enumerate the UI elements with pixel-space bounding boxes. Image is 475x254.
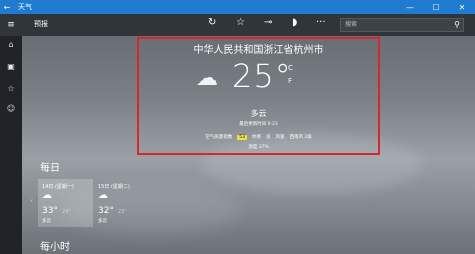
cloudy-icon: ☁ xyxy=(196,66,218,91)
favorites-icon[interactable]: ☆ xyxy=(0,84,22,93)
feels-label: 体感 xyxy=(251,135,261,140)
current-temperature: 25° xyxy=(232,57,292,95)
pin-icon[interactable]: ⊸ xyxy=(264,17,272,28)
command-bar: ≡ 预报 ↻ ☆ ⊸ ◗ ··· 搜索 ⚲ xyxy=(0,14,475,36)
hourly-heading: 每小时 xyxy=(40,242,70,253)
chevron-left-icon[interactable]: ‹ xyxy=(30,196,33,205)
feels-value: 良 xyxy=(265,135,271,140)
day-high: 32° xyxy=(98,206,114,216)
title-bar: ← 天气 — ☐ ✕ xyxy=(0,0,475,14)
refresh-icon[interactable]: ↻ xyxy=(208,17,216,28)
day-date: 14日 (星期一) xyxy=(42,184,74,190)
search-input[interactable]: 搜索 ⚲ xyxy=(340,18,464,32)
map-icon[interactable]: ▣ xyxy=(0,62,22,71)
app-title: 天气 xyxy=(18,3,32,11)
day-date: 15日 (星期二) xyxy=(98,184,130,190)
day-card[interactable]: 15日 (星期二) ☁ 32° 23° 多云 xyxy=(94,179,149,227)
maximize-icon[interactable]: ☐ xyxy=(423,3,449,12)
minimize-icon[interactable]: — xyxy=(397,3,423,12)
more-icon[interactable]: ··· xyxy=(316,17,326,28)
aqi-badge[interactable]: 53 xyxy=(237,134,247,140)
main-content: ≡ 预报 ↻ ☆ ⊸ ◗ ··· 搜索 ⚲ 中华人民共和国浙江省杭州市 ☁ 25… xyxy=(0,14,475,254)
fahrenheit-toggle[interactable]: F xyxy=(288,75,293,88)
wind-value: 西南风 2级 xyxy=(289,135,312,140)
day-low: 23° xyxy=(118,209,127,215)
cloudy-icon: ☁ xyxy=(42,190,52,201)
search-placeholder: 搜索 xyxy=(345,21,358,28)
theme-icon[interactable]: ◗ xyxy=(292,17,297,28)
celsius-toggle[interactable]: C xyxy=(288,62,293,75)
close-icon[interactable]: ✕ xyxy=(449,3,475,12)
day-card[interactable]: 14日 (星期一) ☁ 33° 24° 多云 xyxy=(38,179,93,227)
menu-icon[interactable]: ≡ xyxy=(0,14,22,36)
emoji-icon[interactable]: ☺ xyxy=(0,104,22,113)
humidity: 湿度 37% xyxy=(248,145,269,150)
current-condition: 多云 xyxy=(250,109,267,118)
unit-toggle: C F xyxy=(288,62,293,88)
favorite-icon[interactable]: ☆ xyxy=(236,17,245,28)
search-icon[interactable]: ⚲ xyxy=(454,19,460,31)
back-icon[interactable]: ← xyxy=(0,3,14,12)
day-low: 24° xyxy=(62,209,71,215)
home-icon[interactable]: ⌂ xyxy=(0,40,22,49)
day-condition: 多云 xyxy=(98,219,107,224)
sidebar: ⌂ ▣ ☆ ☺ xyxy=(0,14,22,254)
day-high: 33° xyxy=(42,206,58,216)
city-name: 中华人民共和国浙江省杭州市 xyxy=(193,45,324,56)
aqi-label: 空气质量指数 xyxy=(205,135,233,140)
wind-label: 风速 xyxy=(275,135,285,140)
weather-details: 空气质量指数 53 体感 良 风速 西南风 2级 xyxy=(147,134,370,140)
last-updated: 最后更新时间 9:23 xyxy=(239,122,278,127)
day-condition: 多云 xyxy=(42,219,51,224)
cloudy-icon: ☁ xyxy=(98,190,108,201)
daily-heading: 每日 xyxy=(40,163,60,174)
forecast-label: 预报 xyxy=(34,20,48,28)
